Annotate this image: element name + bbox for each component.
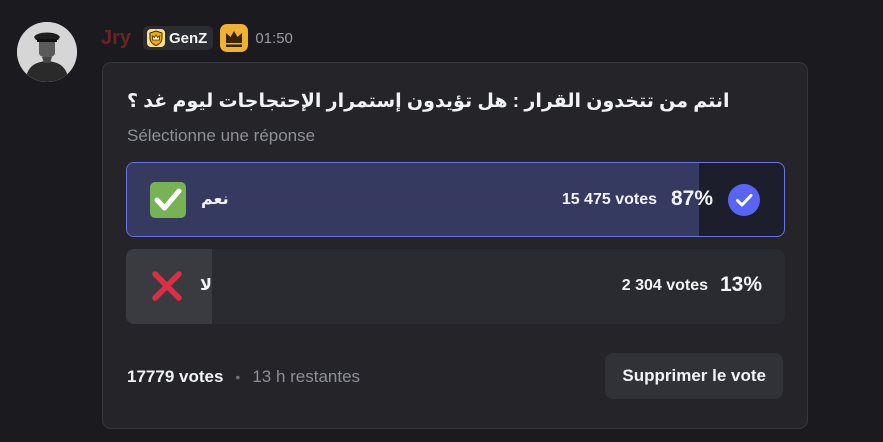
poll-total-votes: 17779 votes — [127, 367, 224, 386]
avatar-portrait-icon — [17, 22, 77, 82]
poll-time-left: 13 h restantes — [252, 367, 361, 386]
server-tag-label: GenZ — [169, 29, 208, 47]
poll-footer: 17779 votes • 13 h restantes — [127, 365, 360, 389]
poll-answer-votes: 2 304 votes — [621, 277, 708, 294]
poll-answer-percent: 87% — [670, 187, 713, 210]
poll-answer-no[interactable]: لا 2 304 votes 13% — [126, 249, 785, 324]
poll-answer-yes[interactable]: نعم 15 475 votes 87% — [126, 162, 785, 237]
username[interactable]: Jry — [101, 27, 137, 49]
avatar[interactable] — [17, 22, 77, 82]
check-mark-button-emoji-icon — [150, 182, 186, 218]
poll-answer-votes: 15 475 votes — [561, 191, 657, 208]
shield-crown-icon — [147, 29, 165, 47]
separator-dot: • — [235, 369, 241, 385]
remove-vote-button[interactable]: Supprimer le vote — [605, 353, 783, 399]
crown-icon[interactable] — [219, 23, 249, 53]
poll-question: انتم من تتخدون القرار : هل تؤيدون إستمرا… — [127, 91, 730, 112]
message-header: Jry GenZ 01:50 — [101, 24, 293, 52]
poll-hint: Sélectionne une réponse — [127, 126, 316, 145]
poll-answer-percent: 13% — [719, 273, 762, 296]
timestamp: 01:50 — [255, 29, 293, 47]
selected-check-icon — [728, 184, 760, 216]
poll-card: انتم من تتخدون القرار : هل تؤيدون إستمرا… — [102, 62, 808, 429]
poll-answer-label: لا — [200, 277, 212, 294]
cross-mark-emoji-icon — [152, 271, 182, 301]
poll-answer-label: نعم — [201, 191, 229, 208]
chat-message: Jry GenZ 01:50 انتم من تتخدون القرار : ه… — [0, 0, 883, 442]
server-tag[interactable]: GenZ — [143, 26, 214, 50]
